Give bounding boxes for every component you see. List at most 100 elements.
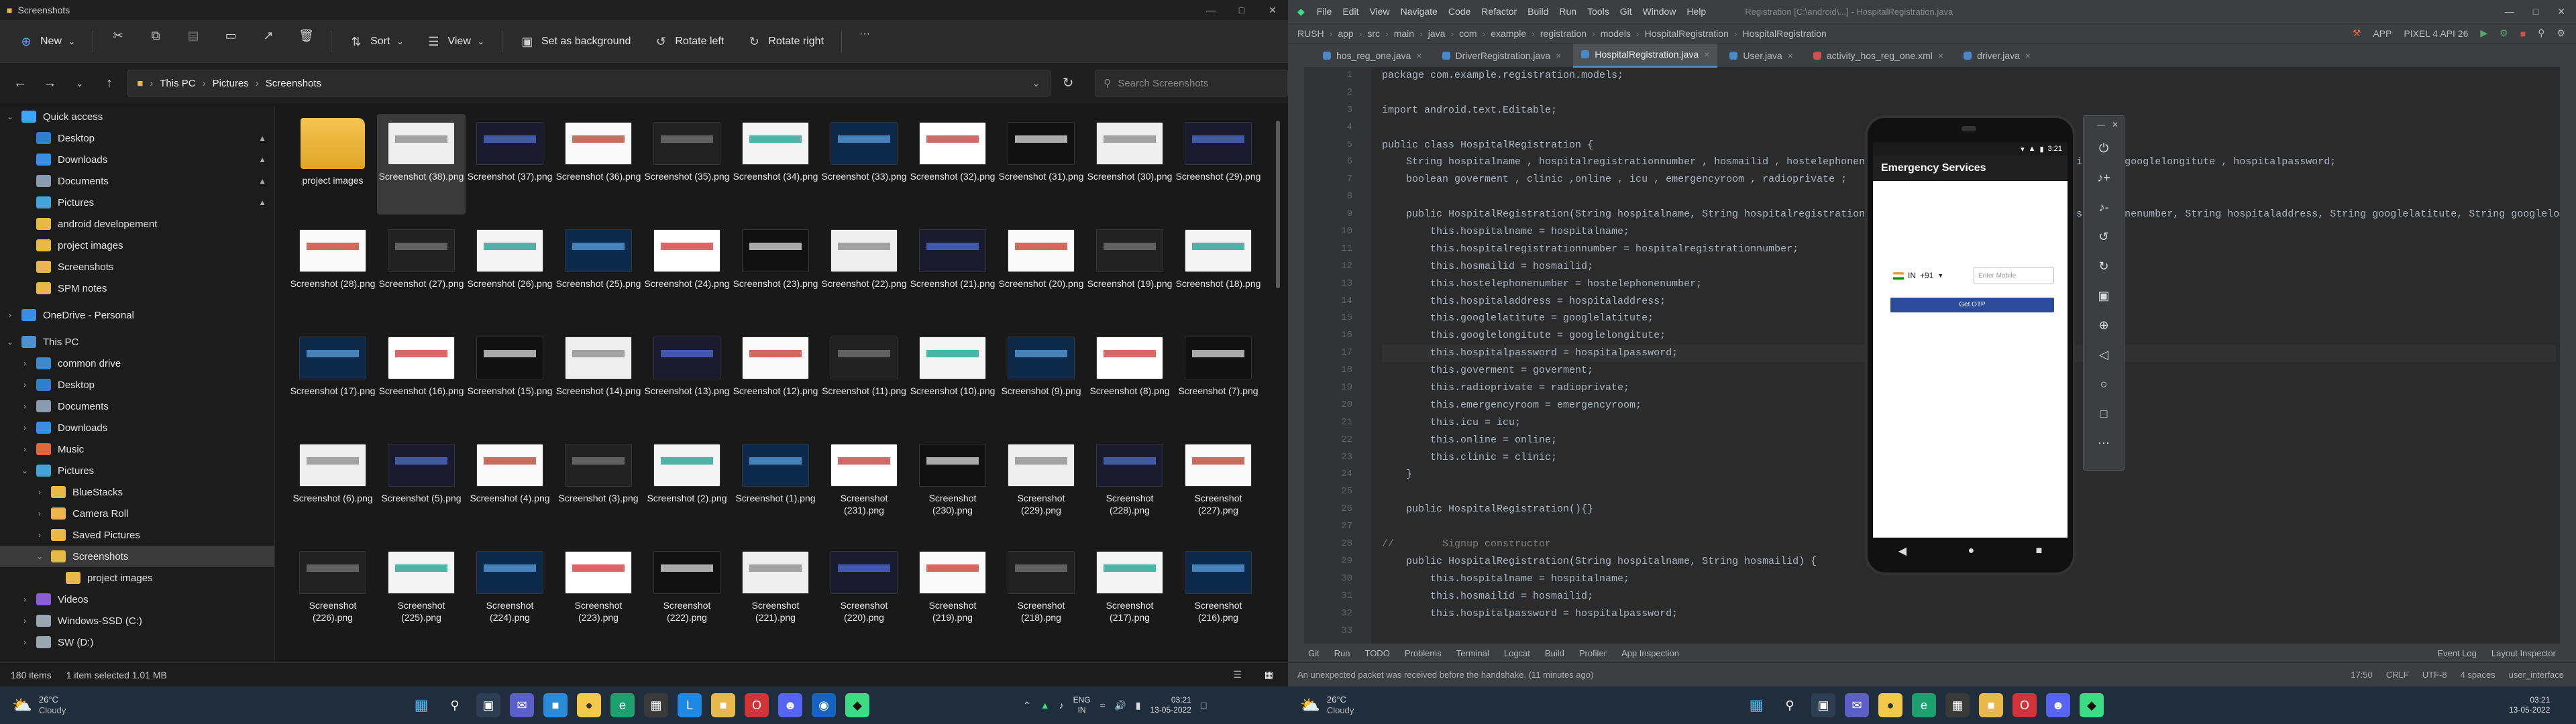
- file-item[interactable]: Screenshot (12).png: [731, 328, 820, 429]
- indent-setting[interactable]: 4 spaces: [2461, 670, 2496, 680]
- task-view-icon[interactable]: ▣: [476, 693, 500, 717]
- edge-icon[interactable]: e: [1912, 693, 1936, 717]
- tool-window-tab[interactable]: Problems: [1405, 648, 1442, 658]
- share-button[interactable]: ↗: [252, 28, 285, 55]
- tool-window-tab[interactable]: TODO: [1364, 648, 1389, 658]
- file-item[interactable]: Screenshot (223).png: [554, 543, 643, 644]
- start-icon[interactable]: ▦: [409, 693, 433, 717]
- minimize-button[interactable]: —: [2505, 6, 2514, 17]
- chevron-right-icon[interactable]: ›: [35, 509, 44, 518]
- tool-window-tab[interactable]: Git: [1308, 648, 1320, 658]
- file-item[interactable]: Screenshot (38).png: [377, 114, 466, 215]
- file-item[interactable]: Screenshot (216).png: [1174, 543, 1263, 644]
- chevron-right-icon[interactable]: ›: [20, 380, 30, 389]
- file-item[interactable]: Screenshot (15).png: [466, 328, 554, 429]
- breadcrumb-item[interactable]: HospitalRegistration: [1743, 28, 1827, 39]
- sidebar-item[interactable]: project images: [0, 567, 274, 589]
- minimize-icon[interactable]: —: [2097, 120, 2105, 129]
- file-encoding[interactable]: UTF-8: [2422, 670, 2447, 680]
- file-item[interactable]: Screenshot (220).png: [820, 543, 908, 644]
- tool-window-tab[interactable]: Event Log: [2437, 648, 2477, 658]
- close-button[interactable]: ✕: [2557, 6, 2565, 17]
- chat-icon[interactable]: ✉: [510, 693, 534, 717]
- edge-icon[interactable]: e: [610, 693, 635, 717]
- delete-button[interactable]: 🗑: [289, 28, 323, 55]
- line-separator[interactable]: CRLF: [2386, 670, 2409, 680]
- editor-tab[interactable]: HospitalRegistration.java ×: [1573, 43, 1718, 68]
- close-tab-icon[interactable]: ×: [1788, 50, 1793, 61]
- rotate-right-icon[interactable]: ↻: [2084, 251, 2124, 281]
- breadcrumb-item[interactable]: Screenshots: [266, 78, 321, 89]
- breadcrumb-item[interactable]: main: [1394, 28, 1414, 39]
- file-item[interactable]: Screenshot (16).png: [377, 328, 466, 429]
- editor-tab[interactable]: DriverRegistration.java ×: [1434, 44, 1570, 68]
- maximize-button[interactable]: □: [1226, 5, 1257, 16]
- file-item[interactable]: Screenshot (230).png: [908, 436, 997, 536]
- file-item[interactable]: Screenshot (28).png: [288, 221, 377, 322]
- breadcrumb-item[interactable]: java: [1428, 28, 1446, 39]
- file-item[interactable]: Screenshot (24).png: [643, 221, 731, 322]
- battery-icon[interactable]: ▮: [1136, 700, 1141, 711]
- file-item[interactable]: Screenshot (225).png: [377, 543, 466, 644]
- sidebar-item[interactable]: › OneDrive - Personal: [0, 304, 274, 326]
- breadcrumb-item[interactable]: Pictures: [213, 78, 249, 89]
- task-view-icon[interactable]: ▣: [1811, 693, 1835, 717]
- search-box[interactable]: ⚲ Search Screenshots: [1095, 70, 1288, 97]
- language-indicator[interactable]: ENG IN: [1073, 695, 1091, 715]
- folder-icon[interactable]: ■: [1979, 693, 2003, 717]
- notes-icon[interactable]: L: [678, 693, 702, 717]
- breadcrumb-item[interactable]: app: [1338, 28, 1353, 39]
- sidebar-item[interactable]: ⌄ This PC: [0, 331, 274, 353]
- file-item[interactable]: Screenshot (224).png: [466, 543, 554, 644]
- file-item[interactable]: Screenshot (10).png: [908, 328, 997, 429]
- file-item[interactable]: Screenshot (27).png: [377, 221, 466, 322]
- file-item[interactable]: Screenshot (217).png: [1085, 543, 1174, 644]
- sidebar-item[interactable]: › Saved Pictures: [0, 524, 274, 546]
- editor-tab[interactable]: hos_reg_one.java ×: [1315, 44, 1430, 68]
- menu-item[interactable]: Window: [1643, 6, 1676, 17]
- chevron-down-icon[interactable]: ⌄: [5, 112, 15, 121]
- breadcrumb-item[interactable]: registration: [1540, 28, 1587, 39]
- sidebar-item[interactable]: ⌄ Screenshots: [0, 546, 274, 567]
- file-item[interactable]: Screenshot (231).png: [820, 436, 908, 536]
- search-icon[interactable]: ⚲: [2538, 27, 2544, 39]
- run-config-selector[interactable]: APP: [2373, 28, 2392, 39]
- sidebar-item[interactable]: › SW (D:): [0, 631, 274, 653]
- debug-icon[interactable]: ⚙: [2500, 27, 2508, 39]
- overview-icon[interactable]: ■: [2036, 545, 2043, 557]
- chevron-right-icon[interactable]: ›: [20, 359, 30, 368]
- sort-button[interactable]: ⇅ Sort ⌄: [339, 28, 413, 55]
- rotate-left-icon[interactable]: ↺: [2084, 222, 2124, 251]
- file-item[interactable]: Screenshot (19).png: [1085, 221, 1174, 322]
- get-otp-button[interactable]: Get OTP: [1890, 298, 2054, 312]
- file-item[interactable]: Screenshot (29).png: [1174, 114, 1263, 215]
- menu-item[interactable]: Code: [1448, 6, 1470, 17]
- editor-tab[interactable]: User.java ×: [1721, 44, 1801, 68]
- left-tool-strip[interactable]: [1288, 67, 1304, 644]
- sidebar-item[interactable]: ⌄ Pictures: [0, 460, 274, 481]
- tool-window-tab[interactable]: Profiler: [1579, 648, 1607, 658]
- chevron-down-icon[interactable]: ⌄: [5, 337, 15, 347]
- breadcrumb-item[interactable]: com: [1459, 28, 1477, 39]
- file-item[interactable]: Screenshot (20).png: [997, 221, 1085, 322]
- chevron-down-icon[interactable]: ⌄: [35, 552, 44, 561]
- file-item[interactable]: Screenshot (32).png: [908, 114, 997, 215]
- search-icon[interactable]: ⚲: [1778, 693, 1802, 717]
- minimize-button[interactable]: —: [1195, 5, 1226, 16]
- chevron-down-icon[interactable]: ⌄: [1032, 77, 1040, 89]
- file-item[interactable]: Screenshot (33).png: [820, 114, 908, 215]
- forward-icon[interactable]: →: [38, 70, 62, 96]
- more-options-button[interactable]: ···: [850, 28, 879, 55]
- file-item[interactable]: Screenshot (11).png: [820, 328, 908, 429]
- file-item[interactable]: Screenshot (9).png: [997, 328, 1085, 429]
- refresh-icon[interactable]: ↻: [1056, 70, 1080, 96]
- sidebar-item[interactable]: SPM notes: [0, 278, 274, 299]
- chat-icon[interactable]: ✉: [1845, 693, 1869, 717]
- discord-icon[interactable]: ☻: [2046, 693, 2070, 717]
- caret-position[interactable]: 17:50: [2351, 670, 2373, 680]
- file-item[interactable]: Screenshot (227).png: [1174, 436, 1263, 536]
- tool-window-tab[interactable]: Logcat: [1504, 648, 1530, 658]
- file-item[interactable]: Screenshot (22).png: [820, 221, 908, 322]
- vpn-icon[interactable]: ◉: [812, 693, 836, 717]
- android-studio-icon[interactable]: ◆: [845, 693, 869, 717]
